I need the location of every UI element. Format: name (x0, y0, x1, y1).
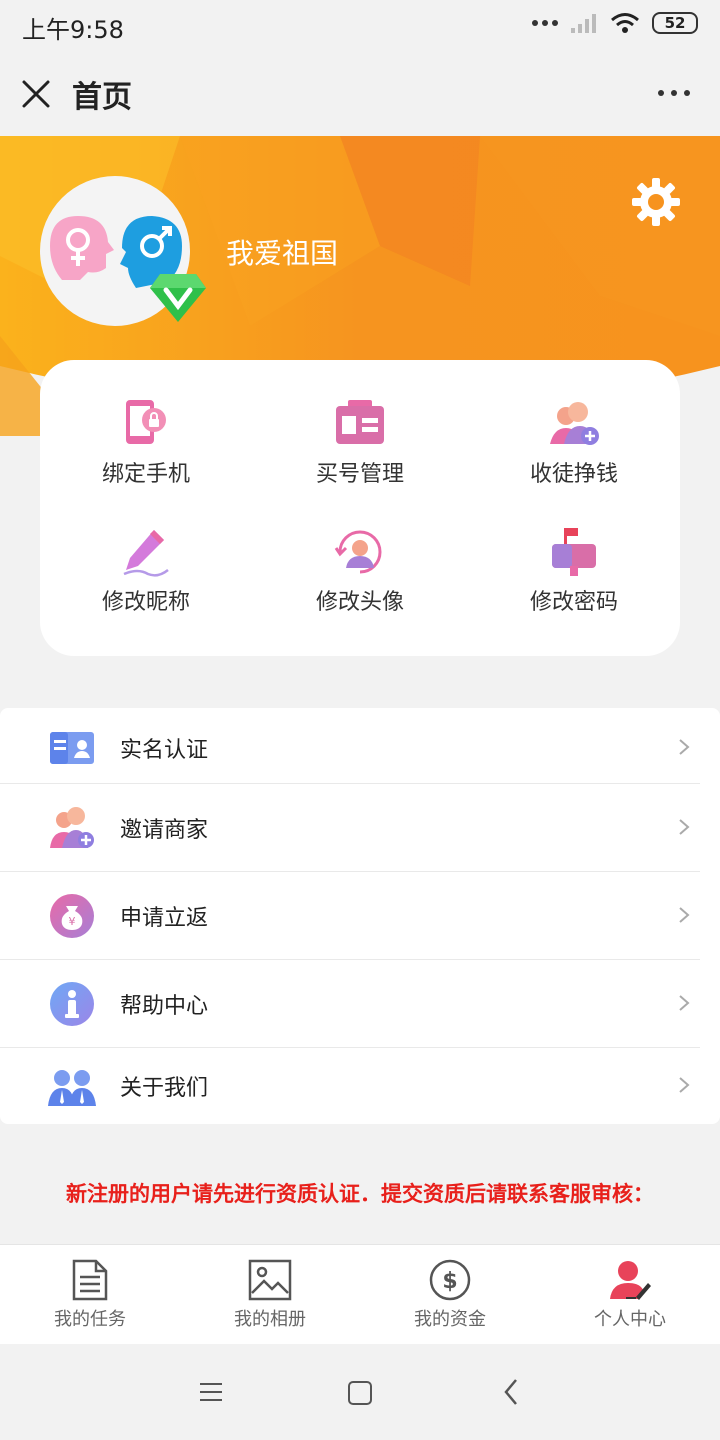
settings-gear-icon[interactable] (630, 176, 682, 228)
page-title: 首页 (72, 80, 132, 115)
close-icon[interactable] (18, 76, 54, 112)
menu-label-about-us: 关于我们 (120, 1076, 209, 1101)
avatar-refresh-icon (334, 530, 382, 574)
home-icon[interactable] (347, 1380, 373, 1406)
change-password-button[interactable]: 修改密码 (474, 526, 674, 636)
bind-phone-button[interactable]: 绑定手机 (46, 398, 246, 508)
menu-item-help-center[interactable]: 帮助中心 (0, 960, 700, 1048)
image-icon (248, 1259, 292, 1301)
tab-label-my-funds: 我的资金 (414, 1309, 486, 1330)
bind-phone-label: 绑定手机 (101, 462, 190, 487)
edit-nickname-button[interactable]: 修改昵称 (46, 526, 246, 636)
id-card-icon (336, 400, 384, 444)
title-bar: 首页 (0, 54, 720, 136)
menu-label-help-center: 帮助中心 (120, 994, 209, 1019)
account-manage-button[interactable]: 买号管理 (260, 398, 460, 508)
menu-icon[interactable] (198, 1380, 224, 1404)
edit-nickname-label: 修改昵称 (101, 590, 190, 615)
vip-diamond-icon (150, 274, 206, 322)
recruit-earn-label: 收徒挣钱 (529, 462, 618, 487)
tab-label-my-album: 我的相册 (234, 1309, 306, 1330)
change-password-label: 修改密码 (529, 590, 618, 615)
system-navigation-bar (0, 1344, 720, 1440)
status-time: 上午9:58 (22, 16, 124, 44)
invite-people-icon (50, 807, 94, 848)
chevron-right-icon (679, 995, 690, 1011)
registration-notice: 新注册的用户请先进行资质认证．提交资质后请联系客服审核： (66, 1182, 654, 1206)
quick-actions-card: 绑定手机 买号管理 收徒挣钱 修改昵称 修改头像 修改密码 (40, 360, 680, 656)
mailbox-icon (552, 528, 596, 576)
add-people-icon (550, 402, 599, 445)
menu-item-invite-merchant[interactable]: 邀请商家 (0, 784, 700, 872)
user-edit-icon (610, 1261, 651, 1300)
signal-icon (571, 14, 596, 33)
status-icons: 52 (532, 12, 698, 34)
menu-label-apply-rebate: 申请立返 (120, 906, 209, 931)
status-bar: 上午9:58 52 (0, 0, 720, 54)
menu-item-about-us[interactable]: 关于我们 (0, 1048, 700, 1124)
svg-text:$: $ (442, 1269, 457, 1294)
bottom-tab-bar: 我的任务 我的相册 $ 我的资金 个人中心 (0, 1244, 720, 1344)
account-manage-label: 买号管理 (315, 462, 404, 487)
tab-label-personal-center: 个人中心 (594, 1309, 666, 1330)
chevron-right-icon (679, 1077, 690, 1093)
money-bag-icon: ¥ (50, 894, 94, 938)
notification-dots-icon (532, 20, 558, 26)
chevron-right-icon (679, 739, 690, 755)
more-options-icon[interactable] (658, 90, 690, 96)
pen-icon (123, 530, 169, 577)
recruit-earn-button[interactable]: 收徒挣钱 (474, 398, 674, 508)
menu-item-apply-rebate[interactable]: ¥ 申请立返 (0, 872, 700, 960)
chevron-right-icon (679, 819, 690, 835)
battery-indicator: 52 (652, 12, 698, 34)
edit-avatar-button[interactable]: 修改头像 (260, 526, 460, 636)
tab-my-tasks[interactable]: 我的任务 (0, 1259, 180, 1331)
menu-label-real-name: 实名认证 (120, 738, 209, 763)
menu-list: 实名认证 邀请商家 ¥ 申请立返 帮助中心 关于我们 (0, 708, 720, 1124)
dollar-icon: $ (429, 1259, 471, 1301)
edit-avatar-label: 修改头像 (315, 590, 404, 615)
id-card-icon (50, 732, 94, 764)
user-nickname: 我爱祖国 (226, 237, 339, 270)
wifi-icon (611, 13, 639, 33)
tab-personal-center[interactable]: 个人中心 (540, 1259, 720, 1331)
back-icon[interactable] (502, 1378, 520, 1406)
tab-my-funds[interactable]: $ 我的资金 (360, 1259, 540, 1331)
info-icon (50, 982, 94, 1026)
svg-text:¥: ¥ (69, 915, 76, 928)
tab-my-album[interactable]: 我的相册 (180, 1259, 360, 1331)
tab-label-my-tasks: 我的任务 (54, 1309, 126, 1330)
phone-lock-icon (126, 400, 166, 444)
menu-item-real-name[interactable]: 实名认证 (0, 708, 700, 784)
team-icon (48, 1070, 96, 1106)
chevron-right-icon (679, 907, 690, 923)
document-icon (72, 1259, 108, 1301)
menu-label-invite-merchant: 邀请商家 (120, 818, 209, 843)
